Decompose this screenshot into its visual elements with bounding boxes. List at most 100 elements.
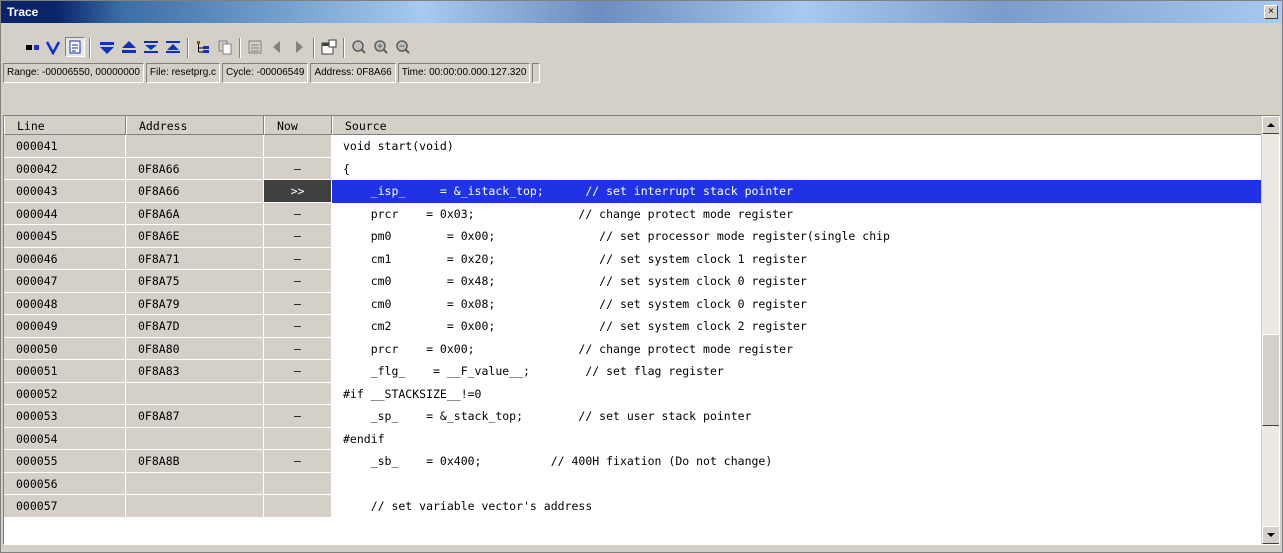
table-row[interactable]: 000052 #if __STACKSIZE__!=0 (4, 382, 1262, 405)
find-last-icon[interactable] (119, 37, 139, 57)
scroll-thumb[interactable] (1262, 334, 1279, 426)
window-title: Trace (7, 5, 39, 19)
cell-line: 000050 (4, 337, 126, 360)
cell-line: 000045 (4, 225, 126, 248)
filter-icon[interactable] (43, 37, 63, 57)
cell-now: – (264, 292, 332, 315)
toolbar-separator (239, 38, 241, 58)
cell-source: cm2 = 0x00; // set system clock 2 regist… (332, 315, 1262, 338)
scroll-up-button[interactable] (1262, 116, 1279, 134)
table-row[interactable]: 000048 0F8A79– cm0 = 0x08; // set system … (4, 292, 1262, 315)
table-row[interactable]: 000044 0F8A6A – prcr = 0x03; // change pro… (4, 202, 1262, 225)
step-back-icon[interactable] (267, 37, 287, 57)
cell-address: 0F8A66 (126, 180, 264, 203)
grid-rows: 000041 void start(void) 000042 0F8A66–{0000… (4, 135, 1262, 518)
cell-now: >> (264, 180, 332, 203)
cell-address: 0F8A6E (126, 225, 264, 248)
cell-line: 000048 (4, 292, 126, 315)
cell-now (264, 495, 332, 518)
cell-line: 000046 (4, 247, 126, 270)
column-header-line[interactable]: Line (4, 116, 126, 135)
cell-line: 000057 (4, 495, 126, 518)
cell-line: 000047 (4, 270, 126, 293)
find-next-icon[interactable] (163, 37, 183, 57)
find-first-icon[interactable] (97, 37, 117, 57)
table-row[interactable]: 000054 #endif (4, 427, 1262, 450)
record-icon[interactable] (23, 37, 43, 57)
table-row[interactable]: 000049 0F8A7D – cm2 = 0x00; // set system … (4, 315, 1262, 338)
toolbar-separator (313, 38, 315, 58)
cell-address (126, 135, 264, 158)
table-row[interactable]: 000047 0F8A75– cm0 = 0x48; // set system … (4, 270, 1262, 293)
cell-now: – (264, 315, 332, 338)
table-row[interactable]: 000041 void start(void) (4, 135, 1262, 158)
column-header-address[interactable]: Address (126, 116, 264, 135)
cell-now: – (264, 337, 332, 360)
cell-address: 0F8A83 (126, 360, 264, 383)
cell-source: prcr = 0x03; // change protect mode regi… (332, 202, 1262, 225)
toolbar-separator (89, 38, 91, 58)
status-address: Address: 0F8A66 (310, 63, 396, 83)
cell-source: pm0 = 0x00; // set processor mode regist… (332, 225, 1262, 248)
cell-address (126, 427, 264, 450)
cell-line: 000044 (4, 202, 126, 225)
cell-address: 0F8A7D (126, 315, 264, 338)
cell-now: – (264, 202, 332, 225)
cell-now: – (264, 225, 332, 248)
grid-header: Line Address Now Source (4, 116, 1262, 135)
cell-line: 000043 (4, 180, 126, 203)
status-range: Range: -00006550, 00000000 (3, 63, 144, 83)
cell-now: – (264, 247, 332, 270)
zoom-in-icon[interactable] (371, 37, 391, 57)
cell-source: { (332, 157, 1262, 180)
properties-icon[interactable] (319, 37, 339, 57)
step-forward-icon[interactable] (289, 37, 309, 57)
toolbar (1, 37, 801, 63)
toolbar-separator (187, 38, 189, 58)
title-bar[interactable]: Trace × (1, 1, 1282, 23)
table-row[interactable]: 000051 0F8A83– _flg_ = __F_value__; // se… (4, 360, 1262, 383)
cell-source: #if __STACKSIZE__!=0 (332, 382, 1262, 405)
cell-address: 0F8A80 (126, 337, 264, 360)
status-empty (532, 63, 541, 83)
find-prev-icon[interactable] (141, 37, 161, 57)
cell-source: _isp_ = &_istack_top; // set interrupt s… (332, 180, 1262, 203)
cell-now (264, 135, 332, 158)
scroll-down-button[interactable] (1262, 526, 1279, 544)
cell-address: 0F8A71 (126, 247, 264, 270)
table-row[interactable]: 000045 0F8A6E – pm0 = 0x00; // set process… (4, 225, 1262, 248)
copy-icon[interactable] (215, 37, 235, 57)
column-header-source[interactable]: Source (332, 116, 1262, 135)
source-mode-icon[interactable] (65, 37, 85, 57)
table-row[interactable]: 000050 0F8A80– prcr = 0x00; // change pro… (4, 337, 1262, 360)
cell-line: 000056 (4, 472, 126, 495)
zoom-icon[interactable] (349, 37, 369, 57)
table-row[interactable]: 000053 0F8A87– _sp_ = &_stack_top; // set… (4, 405, 1262, 428)
close-button[interactable]: × (1264, 5, 1278, 19)
column-header-now[interactable]: Now (264, 116, 332, 135)
tree-icon[interactable] (193, 37, 213, 57)
table-row[interactable]: 000055 0F8A8B – _sb_ = 0x400; // 400H fixa… (4, 450, 1262, 473)
status-bar: Range: -00006550, 00000000 File: resetpr… (3, 63, 542, 83)
cell-now: – (264, 450, 332, 473)
list-icon[interactable] (245, 37, 265, 57)
cell-line: 000053 (4, 405, 126, 428)
zoom-out-icon[interactable] (393, 37, 413, 57)
cell-line: 000051 (4, 360, 126, 383)
cell-now: – (264, 360, 332, 383)
vertical-scrollbar[interactable] (1261, 116, 1279, 544)
table-row[interactable]: 000042 0F8A66–{ (4, 157, 1262, 180)
trace-window: Trace × Range: -00006550, 00000000 File:… (0, 0, 1283, 553)
table-row[interactable]: 000046 0F8A71– cm1 = 0x20; // set system … (4, 247, 1262, 270)
cell-source: cm0 = 0x08; // set system clock 0 regist… (332, 292, 1262, 315)
trace-grid: Line Address Now Source 000041 void start… (3, 115, 1280, 545)
cell-line: 000054 (4, 427, 126, 450)
cell-address (126, 495, 264, 518)
cell-address (126, 472, 264, 495)
table-row[interactable]: 000056 (4, 472, 1262, 495)
cell-address (126, 382, 264, 405)
table-row[interactable]: 000043 0F8A66 >> _isp_ = &_istack_top; // … (4, 180, 1262, 203)
cell-now (264, 427, 332, 450)
cell-address: 0F8A79 (126, 292, 264, 315)
table-row[interactable]: 000057 // set variable vector's address (4, 495, 1262, 518)
